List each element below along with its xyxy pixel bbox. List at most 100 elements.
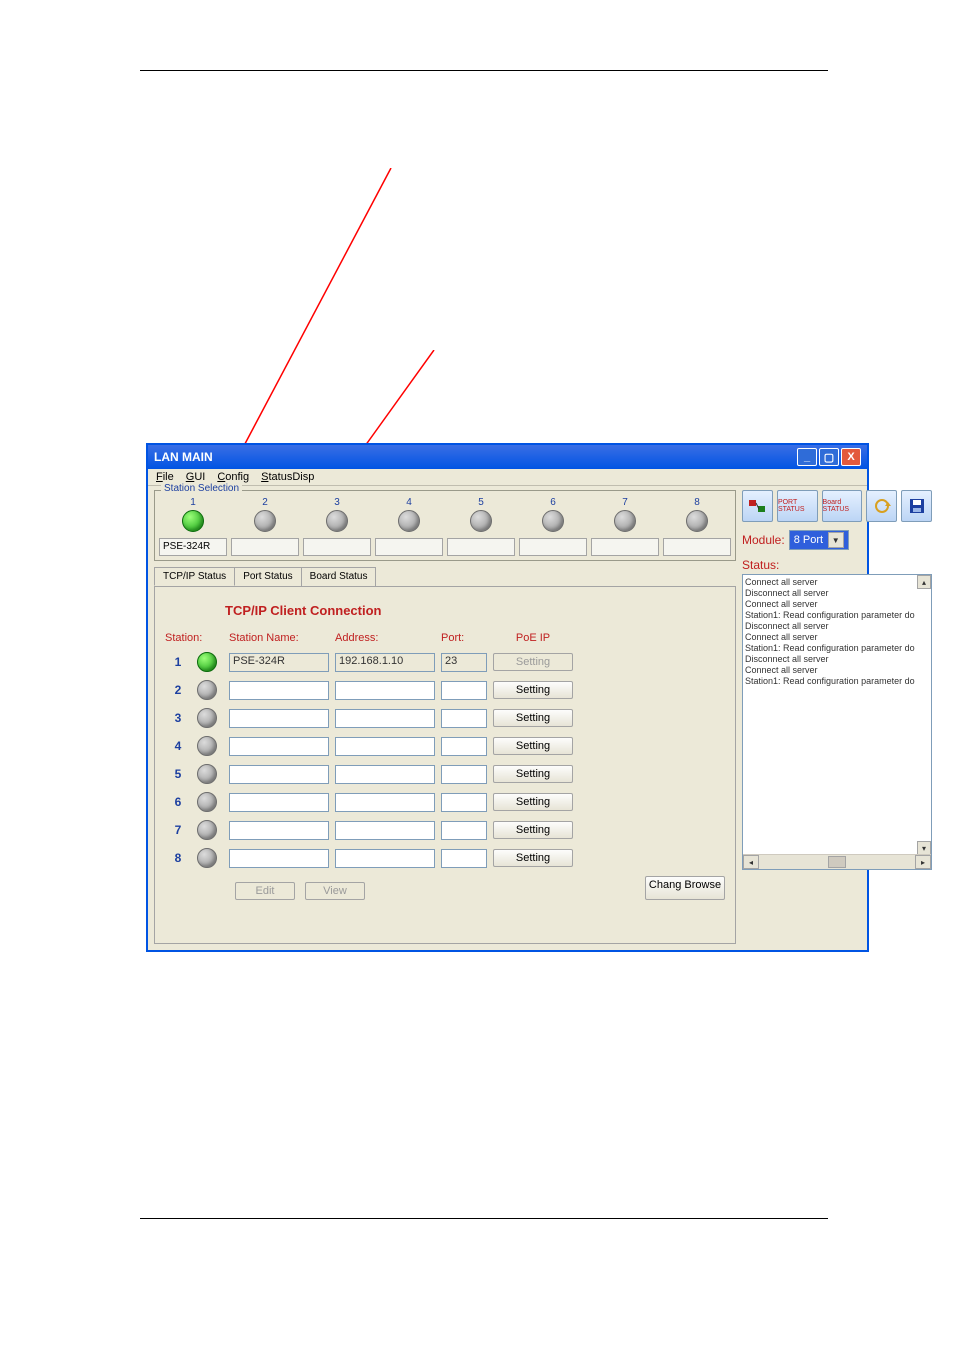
scrollbar-thumb[interactable] (828, 856, 846, 868)
station-orb-5[interactable] (470, 510, 492, 532)
connection-row: 7 Setting (165, 820, 725, 840)
station-name-field[interactable] (229, 737, 329, 756)
station-orb-7[interactable] (614, 510, 636, 532)
station-orb-6[interactable] (542, 510, 564, 532)
connection-row: 2 Setting (165, 680, 725, 700)
status-line: Connect all server (745, 665, 929, 676)
station-name-5 (447, 538, 515, 556)
tab-tcpip-status[interactable]: TCP/IP Status (154, 567, 235, 586)
window-title: LAN MAIN (154, 450, 213, 464)
port-field[interactable] (441, 821, 487, 840)
setting-button[interactable]: Setting (493, 653, 573, 671)
address-field[interactable] (335, 709, 435, 728)
address-field[interactable] (335, 793, 435, 812)
refresh-icon[interactable] (866, 490, 897, 522)
port-status-button[interactable]: PORT STATUS (777, 490, 818, 522)
station-cell-6: 6 (519, 497, 587, 556)
station-name-field[interactable] (229, 765, 329, 784)
tcpip-panel: TCP/IP Client Connection Station: Statio… (154, 587, 736, 944)
menu-statusdisp[interactable]: StatusDisp (261, 471, 314, 483)
address-field[interactable] (335, 737, 435, 756)
connection-row: 5 Setting (165, 764, 725, 784)
status-log[interactable]: ▴ Connect all serverDisconnect all serve… (742, 574, 932, 870)
menu-bar: File GUI Config StatusDisp (148, 469, 867, 486)
address-field[interactable] (335, 849, 435, 868)
chang-browse-button[interactable]: Chang Browse (645, 876, 725, 900)
row-status-orb[interactable] (197, 708, 217, 728)
edit-button[interactable]: Edit (235, 882, 295, 900)
row-number: 4 (165, 739, 191, 753)
menu-config[interactable]: Config (217, 471, 249, 483)
tab-board-status[interactable]: Board Status (301, 567, 377, 586)
connection-row: 6 Setting (165, 792, 725, 812)
status-line: Station1: Read configuration parameter d… (745, 610, 929, 621)
address-field[interactable] (335, 681, 435, 700)
scroll-right-icon[interactable]: ▸ (915, 855, 931, 869)
row-status-orb[interactable] (197, 764, 217, 784)
port-field[interactable] (441, 709, 487, 728)
station-name-field[interactable] (229, 849, 329, 868)
title-bar[interactable]: LAN MAIN _ ▢ X (148, 445, 867, 469)
station-name-field[interactable]: PSE-324R (229, 653, 329, 672)
address-field[interactable]: 192.168.1.10 (335, 653, 435, 672)
status-line: Station1: Read configuration parameter d… (745, 676, 929, 687)
setting-button[interactable]: Setting (493, 849, 573, 867)
save-icon[interactable] (901, 490, 932, 522)
station-name-field[interactable] (229, 821, 329, 840)
connection-row: 4 Setting (165, 736, 725, 756)
address-field[interactable] (335, 765, 435, 784)
setting-button[interactable]: Setting (493, 737, 573, 755)
setting-button[interactable]: Setting (493, 681, 573, 699)
scroll-up-icon[interactable]: ▴ (917, 575, 931, 589)
row-status-orb[interactable] (197, 820, 217, 840)
station-orb-3[interactable] (326, 510, 348, 532)
station-name-8 (663, 538, 731, 556)
port-field[interactable] (441, 849, 487, 868)
row-status-orb[interactable] (197, 652, 217, 672)
row-number: 7 (165, 823, 191, 837)
station-orb-8[interactable] (686, 510, 708, 532)
content-area: Station Selection 1 PSE-324R 2 3 (148, 486, 867, 950)
window-controls: _ ▢ X (797, 448, 861, 466)
port-field[interactable] (441, 737, 487, 756)
menu-file[interactable]: File (156, 471, 174, 483)
row-status-orb[interactable] (197, 792, 217, 812)
board-status-button[interactable]: Board STATUS (822, 490, 863, 522)
station-orb-1[interactable] (182, 510, 204, 532)
row-status-orb[interactable] (197, 848, 217, 868)
status-line: Connect all server (745, 632, 929, 643)
row-number: 6 (165, 795, 191, 809)
page-rule-top (140, 70, 828, 71)
port-field[interactable] (441, 681, 487, 700)
close-button[interactable]: X (841, 448, 861, 466)
scroll-down-icon[interactable]: ▾ (917, 841, 931, 855)
station-name-field[interactable] (229, 681, 329, 700)
menu-gui[interactable]: GUI (186, 471, 206, 483)
setting-button[interactable]: Setting (493, 765, 573, 783)
station-orb-4[interactable] (398, 510, 420, 532)
maximize-button[interactable]: ▢ (819, 448, 839, 466)
connection-row: 1 PSE-324R 192.168.1.10 23 Setting (165, 652, 725, 672)
scroll-left-icon[interactable]: ◂ (743, 855, 759, 869)
port-field[interactable] (441, 793, 487, 812)
tab-port-status[interactable]: Port Status (234, 567, 301, 586)
row-status-orb[interactable] (197, 736, 217, 756)
minimize-button[interactable]: _ (797, 448, 817, 466)
setting-button[interactable]: Setting (493, 709, 573, 727)
setting-button[interactable]: Setting (493, 793, 573, 811)
station-name-field[interactable] (229, 709, 329, 728)
port-field[interactable]: 23 (441, 653, 487, 672)
station-orb-2[interactable] (254, 510, 276, 532)
port-field[interactable] (441, 765, 487, 784)
horizontal-scrollbar[interactable]: ◂ ▸ (743, 854, 931, 869)
address-field[interactable] (335, 821, 435, 840)
station-name-field[interactable] (229, 793, 329, 812)
row-number: 5 (165, 767, 191, 781)
row-status-orb[interactable] (197, 680, 217, 700)
connect-icon[interactable] (742, 490, 773, 522)
setting-button[interactable]: Setting (493, 821, 573, 839)
module-select[interactable]: 8 Port ▼ (789, 530, 849, 550)
station-cell-1: 1 PSE-324R (159, 497, 227, 556)
chevron-down-icon: ▼ (828, 532, 844, 548)
view-button[interactable]: View (305, 882, 365, 900)
